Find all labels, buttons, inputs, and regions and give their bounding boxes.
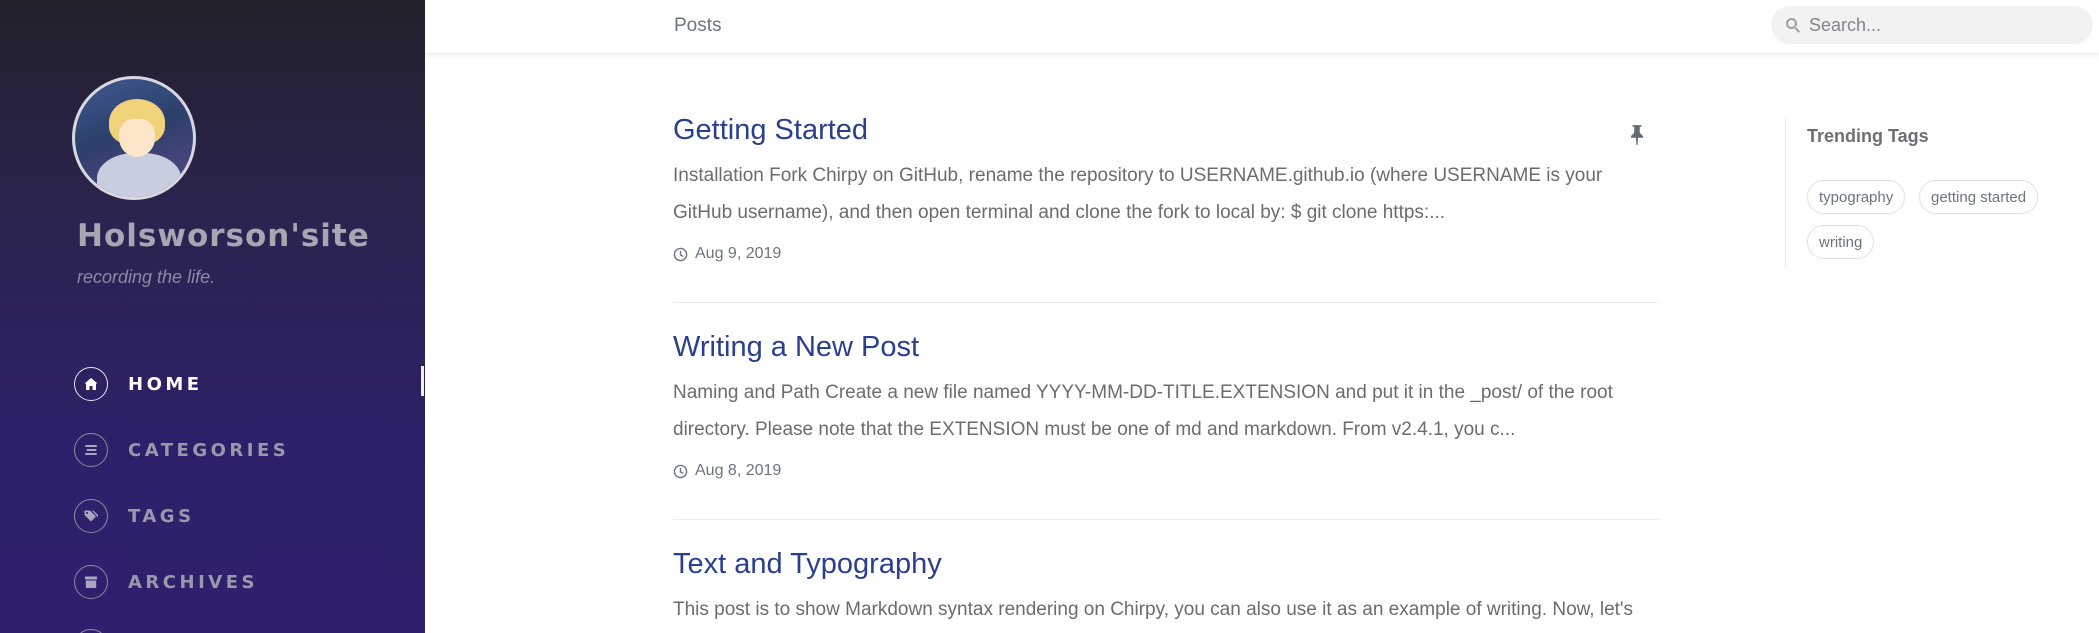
- avatar-face-shape: [119, 119, 155, 157]
- clock-icon: [673, 464, 688, 478]
- tag-typography[interactable]: typography: [1807, 180, 1906, 214]
- post-excerpt: This post is to show Markdown syntax ren…: [673, 599, 1634, 620]
- site-subtitle: recording the life.: [77, 267, 216, 287]
- avatar-hood-shape: [97, 153, 181, 197]
- post-meta: Aug 8, 2019: [673, 462, 1659, 480]
- post-excerpt: Installation Fork Chirpy on GitHub, rena…: [673, 165, 1603, 223]
- post-item: Writing a New Post Naming and Path Creat…: [673, 331, 1659, 480]
- tag-getting-started[interactable]: getting started: [1919, 180, 2039, 214]
- post-title[interactable]: Text and Typography: [673, 548, 1659, 581]
- post-date: Aug 8, 2019: [695, 462, 782, 479]
- active-nav-indicator: [421, 366, 424, 396]
- clock-icon: [673, 247, 688, 261]
- post-title[interactable]: Getting Started: [673, 114, 1659, 147]
- archive-icon: [74, 565, 108, 599]
- home-icon: [74, 367, 108, 401]
- search-icon: [1786, 18, 1800, 33]
- nav-item-partial[interactable]: [74, 628, 374, 633]
- tags-icon: [74, 499, 108, 533]
- site-title[interactable]: Holsworson'site: [77, 218, 370, 254]
- post-meta: Aug 9, 2019: [673, 245, 1659, 263]
- nav-label-archives: ARCHIVES: [128, 571, 258, 593]
- panel-divider: [1785, 118, 1786, 268]
- nav-item-home[interactable]: HOME: [74, 366, 374, 402]
- tag-writing[interactable]: writing: [1807, 225, 1875, 259]
- post-excerpt: Naming and Path Create a new file named …: [673, 382, 1613, 440]
- nav-item-tags[interactable]: TAGS: [74, 498, 374, 534]
- nav-label-home: HOME: [128, 373, 203, 395]
- post-divider: [673, 519, 1659, 520]
- search-box[interactable]: [1771, 6, 2093, 44]
- nav-partial-icon: [74, 629, 108, 633]
- sidebar: Holsworson'site recording the life. HOME…: [0, 0, 425, 633]
- nav-item-archives[interactable]: ARCHIVES: [74, 564, 374, 600]
- post-divider: [673, 302, 1659, 303]
- nav-label-tags: TAGS: [128, 505, 195, 527]
- trending-tags-title: Trending Tags: [1807, 126, 1929, 146]
- post-title[interactable]: Writing a New Post: [673, 331, 1659, 364]
- nav-label-categories: CATEGORIES: [128, 439, 290, 461]
- topbar: Posts: [425, 0, 2099, 54]
- post-date: Aug 9, 2019: [695, 245, 782, 262]
- nav-item-categories[interactable]: CATEGORIES: [74, 432, 374, 468]
- search-input[interactable]: [1809, 14, 2069, 36]
- post-item: Getting Started Installation Fork Chirpy…: [673, 114, 1659, 263]
- avatar[interactable]: [72, 76, 196, 200]
- pin-icon: [1630, 125, 1644, 145]
- stream-icon: [74, 433, 108, 467]
- breadcrumb: Posts: [674, 15, 722, 36]
- post-item: Text and Typography This post is to show…: [673, 548, 1659, 628]
